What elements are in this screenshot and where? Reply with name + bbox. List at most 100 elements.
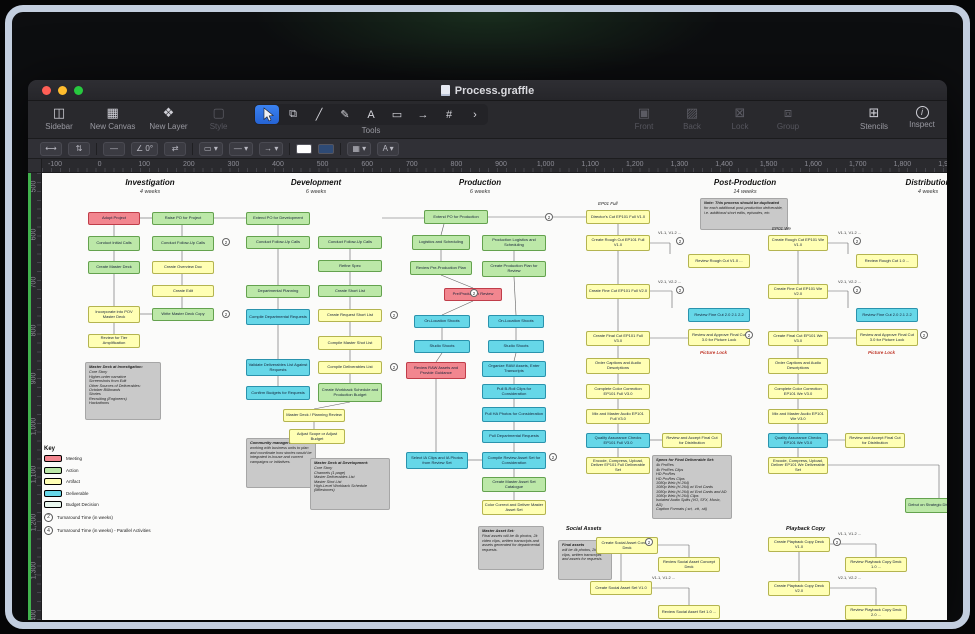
flow-node[interactable]: Create Edit xyxy=(152,285,214,297)
format-control[interactable]: ▦ ▾ xyxy=(347,142,371,156)
flow-node[interactable]: Review RAW Assets and Provide Guidance xyxy=(406,362,466,379)
flow-node[interactable]: Departmental Planning xyxy=(246,285,310,298)
flow-node[interactable]: Quality Assurance Checks EP101 Full V3.0 xyxy=(586,433,650,448)
format-control[interactable]: A ▾ xyxy=(377,142,399,156)
flow-node[interactable]: Create Workback Schedule and Production … xyxy=(318,383,382,402)
format-control[interactable]: — xyxy=(103,142,125,156)
flow-node[interactable]: Conduct Follow-Up Calls xyxy=(152,236,214,251)
flow-node[interactable]: Review and Approve Final Cut 3.0 for Pic… xyxy=(688,329,750,346)
format-control[interactable]: ∠ 0° xyxy=(131,142,158,156)
toolbar-sidebar-button[interactable]: ◫Sidebar xyxy=(42,104,76,131)
flow-node[interactable]: Compile Deliverables List xyxy=(318,361,382,374)
flow-node[interactable]: Studio Shoots xyxy=(414,340,470,353)
flow-node[interactable]: Extend PO for Production xyxy=(424,210,488,224)
flow-node[interactable]: Mix and Master Audio EP101 Full V3.0 xyxy=(586,409,650,424)
canvas[interactable]: Investigation4 weeksDevelopment6 weeksPr… xyxy=(42,173,947,620)
more-tools-button[interactable]: › xyxy=(463,105,487,124)
flow-node[interactable]: Director's Cut EP101 Full V1.0 xyxy=(586,210,650,224)
flow-node[interactable]: Incorporate into POV Master Deck xyxy=(88,306,140,323)
flow-node[interactable]: Encode, Compress, Upload, Deliver EP101 … xyxy=(586,457,650,474)
flow-node[interactable]: Select IA Clips and IA Photos from Revie… xyxy=(406,452,468,469)
flow-node[interactable]: Compile Review Asset Set for Considerati… xyxy=(482,452,546,469)
flow-node[interactable]: Review and Accept Final Cut for Distribu… xyxy=(662,433,722,448)
pen-tool-button[interactable]: ✎ xyxy=(333,105,357,124)
flow-node[interactable]: Pull Departmental Requests xyxy=(482,430,546,443)
flow-node[interactable]: Create Final Cut EP101 We V3.0 xyxy=(768,331,828,346)
flow-node[interactable]: Create Playback Copy Deck V2.0 xyxy=(768,581,830,596)
flow-node[interactable]: Review Rough Cut V1.0 ... xyxy=(688,254,750,268)
flow-node[interactable]: Complete Color Correction EP101 Full V3.… xyxy=(586,384,650,399)
flow-node[interactable]: Create Master Asset Set Catalogue xyxy=(482,477,546,492)
flow-node[interactable]: Create Fine Cut EP101 We V2.0 xyxy=(768,284,828,299)
format-control[interactable]: ⇄ xyxy=(164,142,186,156)
flow-node[interactable]: Organize RAW Assets, Enter Transcripts xyxy=(482,361,546,377)
flow-node[interactable]: Debut on Strategic Distribution Plan xyxy=(905,498,947,513)
flow-node[interactable]: Review Fine Cut 2.0 2.1 2.2 xyxy=(856,308,918,322)
flow-node[interactable]: Quality Assurance Checks EP101 We V3.0 xyxy=(768,433,828,448)
flow-node[interactable]: Color Correct and Deliver Master Asset S… xyxy=(482,500,546,515)
flow-node[interactable]: Create Overview Doc xyxy=(152,261,214,274)
flow-node[interactable]: Studio Shoots xyxy=(488,340,544,353)
rectangle-tool-button[interactable]: ▭ xyxy=(385,105,409,124)
color-well[interactable] xyxy=(296,144,312,154)
flow-node[interactable]: Write Master Deck Copy xyxy=(152,308,214,321)
flow-node[interactable]: Create Production Plan for Review xyxy=(482,261,546,277)
format-control[interactable]: ⟷ xyxy=(40,142,62,156)
flow-node[interactable]: Pull HA Photos for Consideration xyxy=(482,407,546,422)
flow-node[interactable]: Refine Spec xyxy=(318,260,382,272)
flow-node[interactable]: Validate Deliverables List Against Reque… xyxy=(246,359,310,376)
selection-tool-button[interactable] xyxy=(255,105,279,124)
flow-node[interactable]: Review and Approve Final Cut 3.0 for Pic… xyxy=(856,329,918,346)
flow-node[interactable]: Review Playback Copy Deck 2.0 ... xyxy=(845,605,907,620)
toolbar-new-canvas-button[interactable]: ▦New Canvas xyxy=(90,104,135,131)
flow-node[interactable]: Create Request Short List xyxy=(318,309,382,322)
format-control[interactable]: ▭ ▾ xyxy=(199,142,223,156)
toolbar-inspect-button[interactable]: iInspect xyxy=(905,104,939,131)
flow-node[interactable]: Create Rough Cut EP101 We V1.0 xyxy=(768,235,828,251)
grid-tool-button[interactable]: # xyxy=(437,105,461,124)
flow-node[interactable]: Adjust Scope or Adjust Budget xyxy=(289,429,345,444)
flow-node[interactable]: Create Final Cut EP101 Full V3.0 xyxy=(586,331,650,346)
connection-tool-button[interactable]: → xyxy=(411,105,435,124)
flow-node[interactable]: Review Fine Cut 2.0 2.1 2.2 xyxy=(688,308,750,322)
flow-node[interactable]: Extend PO for Development xyxy=(246,212,310,225)
flow-node[interactable]: Create Master Deck xyxy=(88,261,140,274)
flow-node[interactable]: Confirm Budgets for Requests xyxy=(246,386,310,400)
color-well[interactable] xyxy=(318,144,334,154)
flow-node[interactable]: On-Location Shoots xyxy=(414,315,470,328)
flow-node[interactable]: Create Fine Cut EP101 Full V2.0 xyxy=(586,284,650,299)
flow-node[interactable]: Review Social Asset Concept Deck xyxy=(658,557,720,572)
flow-node[interactable]: Review and Accept Final Cut for Distribu… xyxy=(845,433,905,448)
flow-node[interactable]: Raise PO for Project xyxy=(152,212,214,225)
flow-node[interactable]: Review Social Asset Set 1.0 ... xyxy=(658,605,720,619)
flow-node[interactable]: Review Playback Copy Deck 1.0 ... xyxy=(845,557,907,572)
flow-node[interactable]: Adopt Project xyxy=(88,212,140,225)
format-control[interactable]: → ▾ xyxy=(259,142,283,156)
format-control[interactable]: ⇅ xyxy=(68,142,90,156)
flow-node[interactable]: Compile Departmental Requests xyxy=(246,309,310,325)
flow-node[interactable]: On-Location Shoots xyxy=(488,315,544,328)
text-tool-button[interactable]: A xyxy=(359,105,383,124)
flow-node[interactable]: Create Rough Cut EP101 Full V1.0 xyxy=(586,235,650,251)
flow-node[interactable]: Review for Tier Amplification xyxy=(88,334,140,348)
flow-node[interactable]: Encode, Compress, Upload, Deliver EP101 … xyxy=(768,457,828,474)
flow-node[interactable]: Conduct Follow-Up Calls xyxy=(318,236,382,249)
toolbar-stencils-button[interactable]: ⊞Stencils xyxy=(857,104,891,131)
flow-node[interactable]: Create Social Asset Set V1.0 xyxy=(590,581,652,595)
flow-node[interactable]: Create Short List xyxy=(318,285,382,297)
flow-node[interactable]: Mix and Master Audio EP101 We V3.0 xyxy=(768,409,828,424)
flow-node[interactable]: Conduct Initial Calls xyxy=(88,236,140,251)
flow-node[interactable]: Master Deck / Planning Review xyxy=(283,409,345,422)
toolbar-new-layer-button[interactable]: ❖New Layer xyxy=(149,104,187,131)
flow-node[interactable]: Order Captions and Audio Descriptions xyxy=(768,358,828,374)
flow-node[interactable]: Conduct Follow-Up Calls xyxy=(246,236,310,249)
flow-node[interactable]: Review Pre-Production Plan xyxy=(410,261,472,275)
flow-node[interactable]: Pull B-Roll Clips for Consideration xyxy=(482,384,546,399)
flow-node[interactable]: Review Rough Cut 1.0 ... xyxy=(856,254,918,268)
shape-tool-button[interactable]: ⧉ xyxy=(281,105,305,124)
flow-node[interactable]: Complete Color Correction EP101 We V3.0 xyxy=(768,384,828,399)
flow-node[interactable]: Production Logistics and Scheduling xyxy=(482,235,546,251)
format-control[interactable]: — ▾ xyxy=(229,142,253,156)
flow-node[interactable]: Order Captions and Audio Descriptions xyxy=(586,358,650,374)
line-tool-button[interactable]: ╱ xyxy=(307,105,331,124)
